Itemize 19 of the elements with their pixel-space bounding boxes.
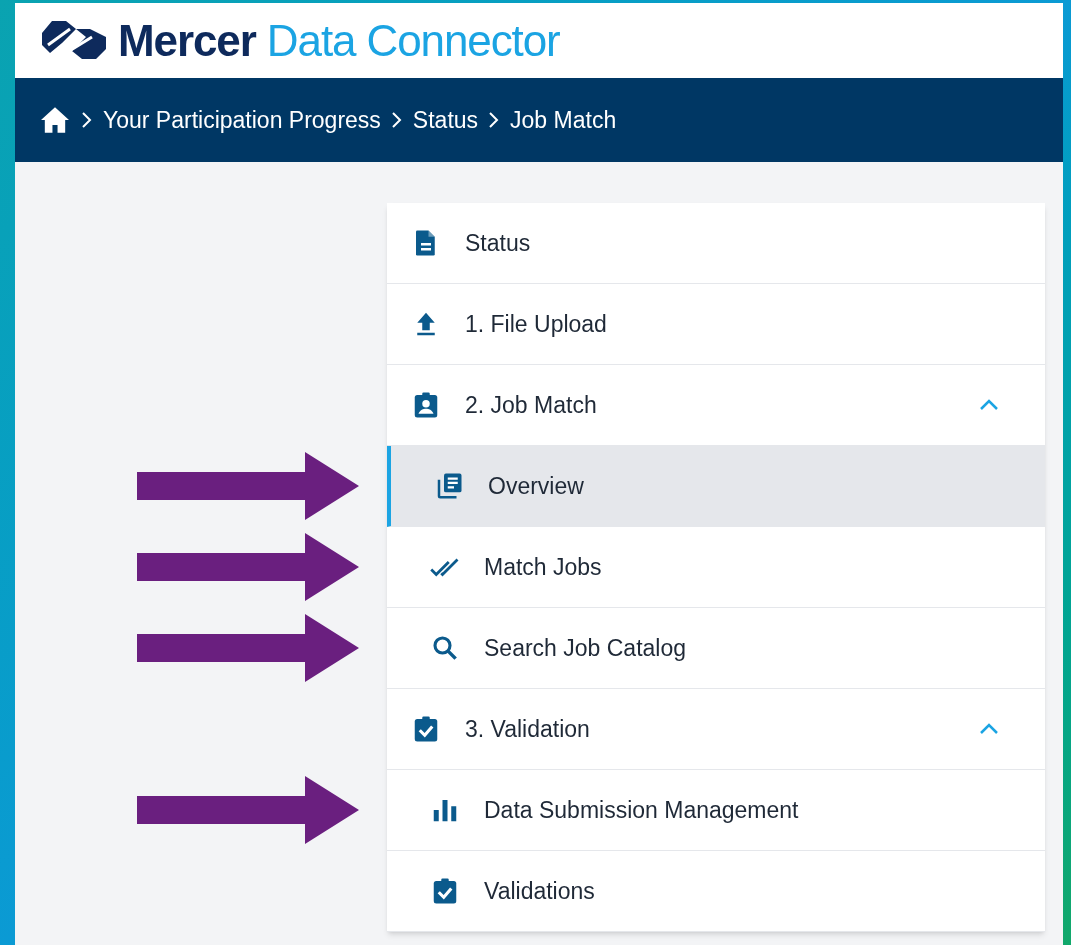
breadcrumb-link[interactable]: Status — [412, 102, 479, 138]
chevron-icon[interactable] — [978, 722, 1000, 736]
chevron-right-icon — [390, 111, 403, 129]
chevron-right-icon — [488, 111, 501, 129]
breadcrumb-link[interactable]: Your Participation Progress — [103, 102, 381, 138]
submenu-item[interactable]: Match Jobs — [387, 527, 1045, 608]
breadcrumb-link[interactable]: Job Match — [510, 102, 617, 138]
chevron-right-icon — [81, 111, 93, 129]
menu-item[interactable]: 3. Validation — [387, 689, 1045, 770]
search-icon — [430, 633, 460, 663]
menu-item[interactable]: Status — [387, 203, 1045, 284]
chevron-icon[interactable] — [978, 398, 1000, 412]
brand-name: Mercer — [118, 15, 256, 65]
submenu-item[interactable]: Validations — [387, 851, 1045, 932]
product-name: Data Connector — [266, 15, 560, 65]
submenu-item[interactable]: Data Submission Management — [387, 770, 1045, 851]
menu-item[interactable]: 2. Job Match — [387, 365, 1045, 446]
home-icon[interactable] — [39, 106, 71, 134]
submenu-item[interactable]: Overview — [387, 446, 1045, 527]
